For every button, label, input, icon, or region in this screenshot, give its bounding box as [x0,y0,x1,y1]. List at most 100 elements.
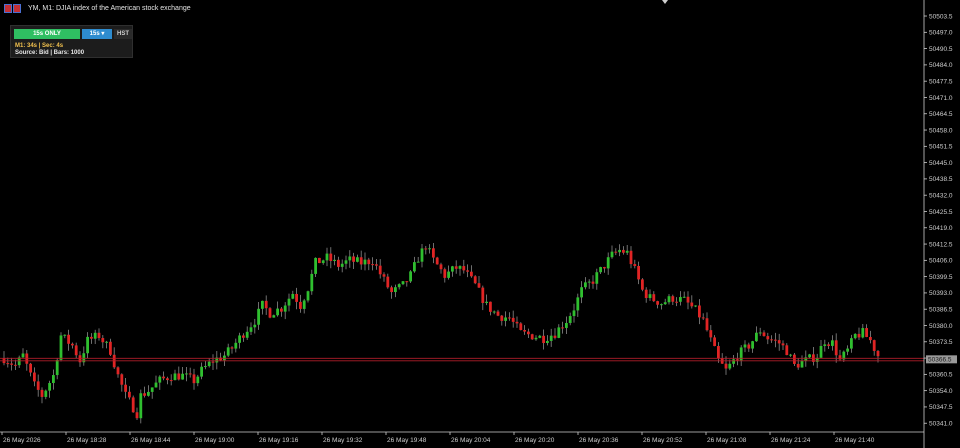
bull-candle [344,260,348,264]
time-tick-label: 26 May 21:24 [771,437,811,444]
bear-candle [382,274,386,277]
bear-candle [747,344,751,349]
bear-candle [378,265,382,275]
price-tick-label: 50490.5 [929,46,953,53]
bear-candle [242,335,245,338]
bear-candle [71,343,74,346]
bear-candle [508,317,511,319]
bear-candle [6,363,10,365]
bull-candle [234,342,238,349]
bear-candle [97,332,101,339]
mode-15s-only-button[interactable]: 15s ONLY [14,29,80,39]
price-tick-label: 50432.0 [929,192,953,199]
bear-candle [717,346,720,359]
price-chart[interactable]: 50503.5 50497.0 50490.5 50484.0 50477.5 50471… [0,0,960,448]
bear-candle [299,301,302,309]
bear-candle [169,380,173,382]
bear-candle [781,343,785,346]
time-tick-label: 26 May 20:36 [579,437,619,444]
bear-candle [359,257,363,265]
bull-candle [819,345,823,358]
bull-candle [154,382,158,388]
bull-candle [751,341,754,349]
bear-candle [553,335,557,338]
bear-candle [857,333,861,338]
bull-candle [93,332,97,339]
bear-candle [264,300,268,309]
bull-candle [196,376,200,384]
bear-candle [477,283,481,288]
bear-candle [633,264,637,266]
bear-candle [443,269,447,278]
price-tick-label: 50360.5 [929,372,953,379]
bull-candle [147,391,150,396]
bull-candle [580,287,583,298]
bear-candle [375,264,378,266]
bear-candle [135,412,139,419]
price-tick-label: 50464.5 [929,111,953,118]
bear-candle [74,345,78,356]
time-axis[interactable]: 26 May 2026 26 May 18:28 26 May 18:44 26 Ma… [0,431,924,444]
bear-candle [511,317,515,322]
history-button[interactable]: HST [114,29,132,39]
bear-candle [603,267,606,269]
bull-candle [226,347,230,356]
bull-candle [200,366,203,377]
bull-candle [105,341,108,343]
bear-candle [390,287,393,293]
bear-candle [432,248,435,258]
time-tick-label: 26 May 19:32 [323,437,363,444]
bear-candle [36,381,40,390]
bull-candle [287,298,291,306]
chart-shift-marker[interactable] [662,0,668,4]
bear-candle [10,363,13,365]
bull-candle [291,293,295,299]
bear-candle [318,257,321,264]
bear-candle [424,248,428,250]
bear-candle [177,373,181,380]
bull-candle [181,373,184,380]
timeframe-dropdown-button[interactable]: 15s ▾ [82,29,112,39]
bear-candle [519,323,523,330]
bear-candle [33,372,36,382]
bear-candle [371,264,374,266]
bear-candle [869,336,872,341]
price-axis[interactable]: 50503.5 50497.0 50490.5 50484.0 50477.5 50471… [923,0,953,448]
bull-candle [325,253,329,261]
price-tick-label: 50484.0 [929,62,953,69]
bear-candle [652,294,656,302]
bull-candle [743,344,747,348]
bear-candle [872,340,876,351]
bear-candle [656,301,659,305]
bull-candle [728,363,732,369]
bull-candle [587,281,591,283]
bear-candle [462,266,466,271]
bear-candle [770,339,773,341]
bear-candle [542,335,545,344]
bear-candle [435,257,439,265]
bear-candle [268,308,272,318]
bear-candle [211,361,215,363]
bull-candle [416,261,420,263]
bear-candle [827,344,830,346]
bear-candle [701,317,705,319]
bear-candle [774,339,777,341]
bull-candle [667,296,671,303]
bear-candle [295,293,298,302]
time-tick-label: 26 May 18:44 [131,437,171,444]
bull-candle [610,251,614,258]
bear-candle [766,336,770,340]
bull-candle [682,296,686,298]
bear-candle [120,374,124,385]
bear-candle [454,266,458,269]
bull-candle [150,387,154,392]
bull-candle [447,271,450,278]
bull-candle [660,304,663,306]
bull-candle [223,355,226,361]
bull-candle [356,257,359,262]
price-tick-label: 50471.0 [929,95,953,102]
bull-candle [310,273,314,292]
timer-info: M1: 34s | Sec: 4s [15,43,64,49]
bull-candle [185,373,188,375]
bear-candle [515,321,519,324]
